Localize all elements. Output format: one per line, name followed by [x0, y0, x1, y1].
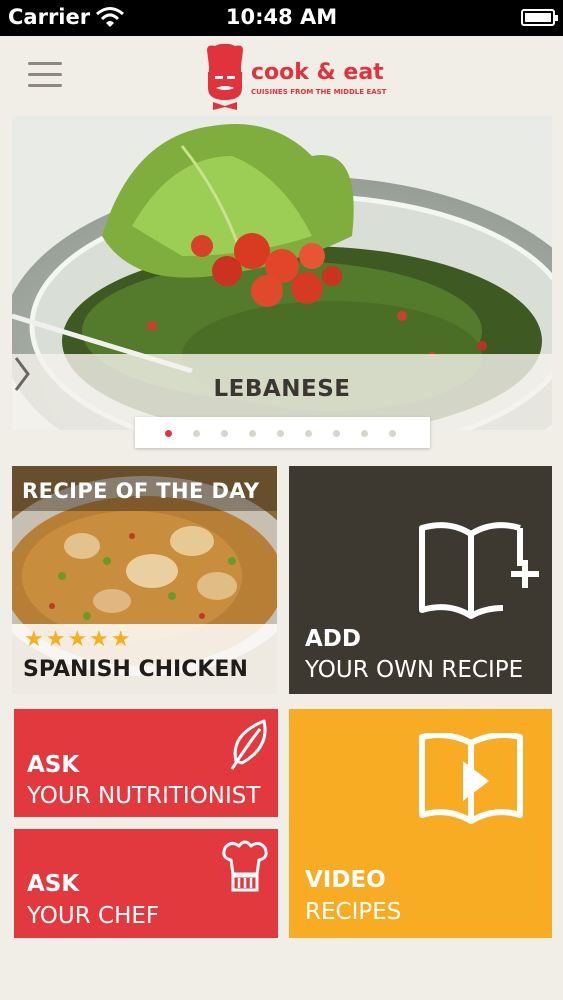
page-dot[interactable]	[361, 430, 368, 437]
ask-chef-tile[interactable]: ASK YOUR CHEF	[14, 829, 278, 938]
recipe-of-the-day-heading: RECIPE OF THE DAY	[22, 479, 260, 503]
page-dot[interactable]	[333, 430, 340, 437]
ask-nutritionist-tile[interactable]: ASK YOUR NUTRITIONIST	[14, 709, 278, 817]
clock: 10:48 AM	[225, 5, 338, 29]
add-tile-subtitle: YOUR OWN RECIPE	[305, 657, 524, 683]
recipe-info-band: ★★★★★ SPANISH CHICKEN	[12, 624, 277, 694]
chef-tile-title: ASK	[27, 871, 80, 897]
book-play-icon	[419, 733, 523, 824]
recipe-of-the-day-card[interactable]: RECIPE OF THE DAY ★★★★★ SPANISH CHICKEN	[12, 466, 277, 694]
book-plus-icon	[419, 522, 539, 619]
status-bar: Carrier 10:48 AM	[0, 0, 563, 36]
chef-mascot-icon	[207, 44, 243, 110]
add-tile-title: ADD	[305, 626, 361, 652]
chef-hat-icon	[222, 840, 268, 892]
video-tile-subtitle: RECIPES	[305, 899, 402, 925]
logo-name: cook & eat	[251, 60, 384, 85]
page-dot[interactable]	[221, 430, 228, 437]
add-recipe-tile[interactable]: ADD YOUR OWN RECIPE	[289, 466, 552, 694]
page-dot[interactable]	[165, 430, 172, 437]
video-recipes-tile[interactable]: VIDEO RECIPES	[289, 709, 552, 938]
video-tile-title: VIDEO	[305, 867, 386, 893]
logo-tagline: CUISINES FROM THE MIDDLE EAST	[251, 88, 387, 96]
page-dot[interactable]	[305, 430, 312, 437]
app-screen: cook & eat CUISINES FROM THE MIDDLE EAST	[0, 36, 563, 1000]
leaf-icon	[230, 719, 267, 770]
page-dot[interactable]	[277, 430, 284, 437]
page-dot[interactable]	[249, 430, 256, 437]
chef-tile-subtitle: YOUR CHEF	[27, 903, 160, 929]
battery-icon	[521, 9, 558, 26]
page-dot[interactable]	[193, 430, 200, 437]
page-dot[interactable]	[389, 430, 396, 437]
chevron-right-icon[interactable]	[12, 354, 32, 394]
app-logo: cook & eat CUISINES FROM THE MIDDLE EAST	[203, 44, 386, 110]
rating-stars: ★★★★★	[24, 627, 133, 652]
nutritionist-tile-title: ASK	[27, 752, 80, 778]
hero-title: LEBANESE	[213, 376, 351, 402]
recipe-name: SPANISH CHICKEN	[23, 657, 248, 682]
nutritionist-tile-subtitle: YOUR NUTRITIONIST	[27, 783, 261, 809]
hamburger-menu-icon[interactable]	[28, 62, 62, 88]
hero-carousel[interactable]: LEBANESE	[12, 116, 552, 430]
carousel-page-indicator[interactable]	[135, 417, 430, 448]
